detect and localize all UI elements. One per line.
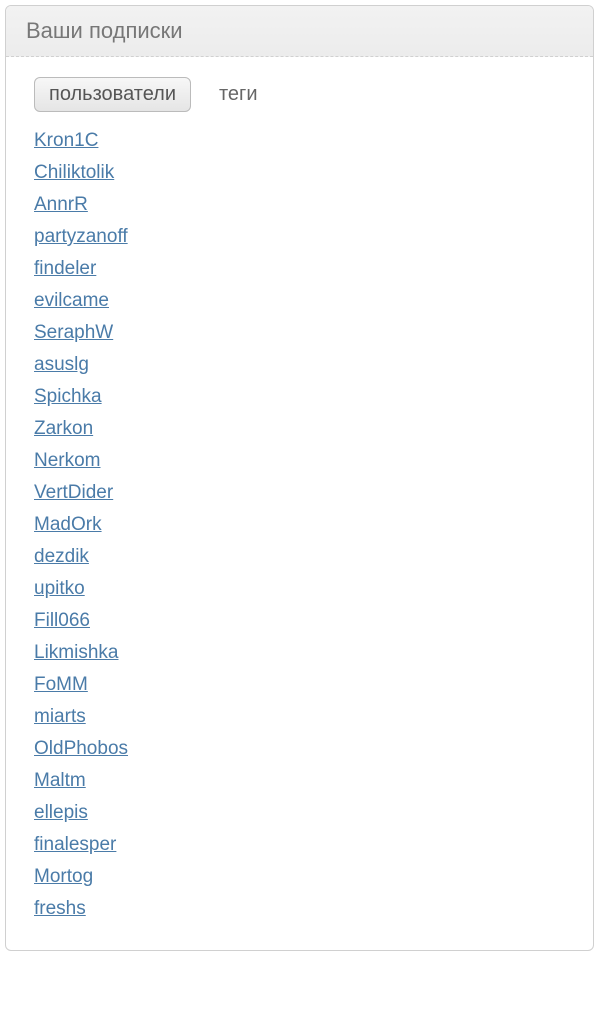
user-link[interactable]: upitko bbox=[34, 578, 85, 599]
user-link[interactable]: Fill066 bbox=[34, 610, 90, 631]
list-item: freshs bbox=[34, 898, 565, 920]
list-item: Mortog bbox=[34, 866, 565, 888]
user-link[interactable]: MadOrk bbox=[34, 514, 102, 535]
list-item: Chiliktolik bbox=[34, 162, 565, 184]
user-link[interactable]: SeraphW bbox=[34, 322, 113, 343]
list-item: partyzanoff bbox=[34, 226, 565, 248]
list-item: dezdik bbox=[34, 546, 565, 568]
tab-users[interactable]: пользователи bbox=[34, 77, 191, 112]
list-item: Likmishka bbox=[34, 642, 565, 664]
list-item: asuslg bbox=[34, 354, 565, 376]
list-item: finalesper bbox=[34, 834, 565, 856]
user-link[interactable]: Zarkon bbox=[34, 418, 93, 439]
user-link[interactable]: miarts bbox=[34, 706, 86, 727]
user-link[interactable]: Maltm bbox=[34, 770, 86, 791]
list-item: OldPhobos bbox=[34, 738, 565, 760]
list-item: evilcame bbox=[34, 290, 565, 312]
user-link[interactable]: findeler bbox=[34, 258, 96, 279]
user-link[interactable]: Spichka bbox=[34, 386, 102, 407]
user-link[interactable]: finalesper bbox=[34, 834, 116, 855]
list-item: Maltm bbox=[34, 770, 565, 792]
user-link[interactable]: Nerkom bbox=[34, 450, 101, 471]
list-item: VertDider bbox=[34, 482, 565, 504]
panel-body: пользователи теги Kron1C Chiliktolik AnnrR… bbox=[6, 57, 593, 950]
user-link[interactable]: Chiliktolik bbox=[34, 162, 114, 183]
user-link[interactable]: FoMM bbox=[34, 674, 88, 695]
user-list: Kron1C Chiliktolik AnnrR partyzanoff findele… bbox=[34, 130, 565, 920]
user-link[interactable]: ellepis bbox=[34, 802, 88, 823]
user-link[interactable]: partyzanoff bbox=[34, 226, 128, 247]
list-item: Fill066 bbox=[34, 610, 565, 632]
user-link[interactable]: VertDider bbox=[34, 482, 113, 503]
user-link[interactable]: AnnrR bbox=[34, 194, 88, 215]
list-item: MadOrk bbox=[34, 514, 565, 536]
user-link[interactable]: evilcame bbox=[34, 290, 109, 311]
list-item: FoMM bbox=[34, 674, 565, 696]
user-link[interactable]: OldPhobos bbox=[34, 738, 128, 759]
list-item: Nerkom bbox=[34, 450, 565, 472]
tab-tags[interactable]: теги bbox=[219, 83, 258, 106]
user-link[interactable]: Likmishka bbox=[34, 642, 118, 663]
list-item: SeraphW bbox=[34, 322, 565, 344]
list-item: AnnrR bbox=[34, 194, 565, 216]
list-item: findeler bbox=[34, 258, 565, 280]
panel-title: Ваши подписки bbox=[26, 18, 573, 44]
user-link[interactable]: asuslg bbox=[34, 354, 89, 375]
tabs: пользователи теги bbox=[34, 77, 565, 112]
subscriptions-panel: Ваши подписки пользователи теги Kron1C Ch… bbox=[5, 5, 594, 951]
list-item: upitko bbox=[34, 578, 565, 600]
user-link[interactable]: Kron1C bbox=[34, 130, 98, 151]
user-link[interactable]: dezdik bbox=[34, 546, 89, 567]
user-link[interactable]: Mortog bbox=[34, 866, 93, 887]
list-item: Kron1C bbox=[34, 130, 565, 152]
list-item: miarts bbox=[34, 706, 565, 728]
list-item: ellepis bbox=[34, 802, 565, 824]
list-item: Spichka bbox=[34, 386, 565, 408]
panel-header: Ваши подписки bbox=[6, 6, 593, 57]
user-link[interactable]: freshs bbox=[34, 898, 86, 919]
list-item: Zarkon bbox=[34, 418, 565, 440]
